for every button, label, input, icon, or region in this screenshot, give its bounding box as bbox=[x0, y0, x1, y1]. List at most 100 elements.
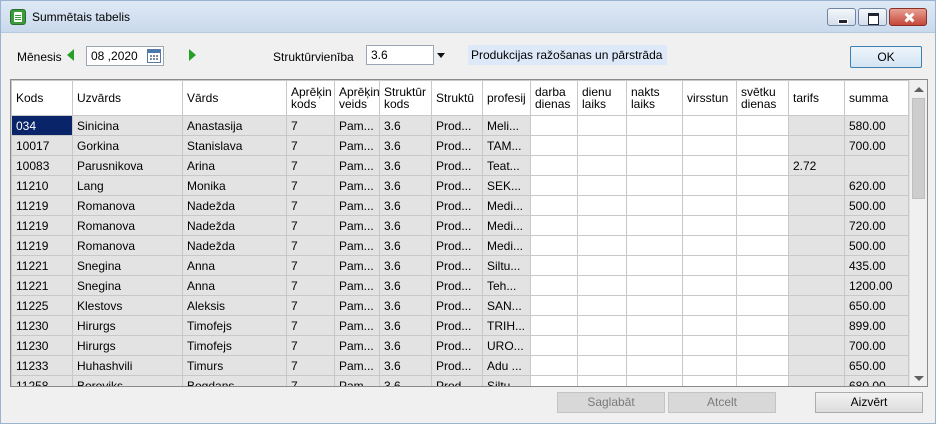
table-cell[interactable] bbox=[788, 235, 845, 256]
table-cell[interactable]: Monika bbox=[182, 175, 287, 196]
table-cell[interactable]: 899.00 bbox=[844, 315, 909, 336]
table-cell[interactable] bbox=[530, 155, 578, 176]
table-cell[interactable] bbox=[626, 215, 683, 236]
table-cell[interactable] bbox=[530, 195, 578, 216]
table-cell[interactable]: Pam... bbox=[334, 295, 380, 316]
table-cell[interactable]: Pam... bbox=[334, 115, 380, 136]
table-cell[interactable] bbox=[577, 275, 627, 296]
table-cell[interactable]: Prod... bbox=[431, 275, 483, 296]
table-cell[interactable] bbox=[682, 235, 737, 256]
table-cell[interactable] bbox=[577, 195, 627, 216]
month-date-field[interactable]: 08 ,2020 bbox=[86, 46, 164, 66]
table-cell[interactable]: 7 bbox=[286, 135, 335, 156]
table-cell[interactable]: 10083 bbox=[11, 155, 73, 176]
table-cell[interactable]: Romanova bbox=[72, 215, 183, 236]
table-cell[interactable]: 3.6 bbox=[379, 295, 432, 316]
table-cell[interactable]: Prod... bbox=[431, 215, 483, 236]
table-cell[interactable]: 7 bbox=[286, 155, 335, 176]
calendar-icon[interactable] bbox=[147, 49, 161, 63]
table-row[interactable]: 11219 Romanova Nadežda 7 Pam... 3.6 Prod... Med… bbox=[11, 215, 909, 236]
table-cell[interactable] bbox=[682, 275, 737, 296]
table-cell[interactable]: Gorkina bbox=[72, 135, 183, 156]
table-cell[interactable]: 11225 bbox=[11, 295, 73, 316]
timesheet-grid[interactable]: Kods Uzvārds Vārds Aprēķin kods Aprēķin veids S… bbox=[10, 79, 928, 387]
table-cell[interactable]: Pam... bbox=[334, 375, 380, 386]
table-cell[interactable] bbox=[530, 235, 578, 256]
scroll-down-icon[interactable] bbox=[914, 376, 924, 381]
table-cell[interactable]: 7 bbox=[286, 275, 335, 296]
table-cell[interactable]: Pam... bbox=[334, 195, 380, 216]
table-cell[interactable] bbox=[736, 175, 789, 196]
table-cell[interactable]: 3.6 bbox=[379, 255, 432, 276]
table-cell[interactable]: 7 bbox=[286, 215, 335, 236]
table-cell[interactable]: Pam... bbox=[334, 155, 380, 176]
table-cell[interactable] bbox=[736, 235, 789, 256]
table-row[interactable]: 11219 Romanova Nadežda 7 Pam... 3.6 Prod... Med… bbox=[11, 235, 909, 256]
table-cell[interactable] bbox=[577, 115, 627, 136]
table-cell[interactable]: Teat... bbox=[482, 155, 531, 176]
table-cell[interactable]: Prod... bbox=[431, 315, 483, 336]
table-cell[interactable] bbox=[530, 375, 578, 386]
table-cell[interactable] bbox=[626, 255, 683, 276]
table-cell[interactable]: Pam... bbox=[334, 255, 380, 276]
table-cell[interactable] bbox=[736, 115, 789, 136]
table-cell[interactable] bbox=[577, 375, 627, 386]
table-row[interactable]: 11230 Hirurgs Timofejs 7 Pam... 3.6 Prod... URO… bbox=[11, 335, 909, 356]
table-cell[interactable] bbox=[530, 275, 578, 296]
scroll-up-icon[interactable] bbox=[914, 87, 924, 92]
table-cell[interactable]: Timofejs bbox=[182, 335, 287, 356]
table-cell[interactable]: 2.72 bbox=[788, 155, 845, 176]
table-row[interactable]: 11258 Boroviks Bogdans 7 Pam... 3.6 Prod... Sil… bbox=[11, 375, 909, 386]
column-header[interactable]: nakts laiks bbox=[626, 80, 683, 116]
table-cell[interactable]: Boroviks bbox=[72, 375, 183, 386]
table-cell[interactable] bbox=[736, 255, 789, 276]
maximize-icon[interactable] bbox=[858, 8, 887, 26]
table-row[interactable]: 11221 Snegina Anna 7 Pam... 3.6 Prod... Siltu..… bbox=[11, 255, 909, 276]
table-cell[interactable]: 11230 bbox=[11, 335, 73, 356]
table-cell[interactable]: Lang bbox=[72, 175, 183, 196]
table-cell[interactable]: Snegina bbox=[72, 255, 183, 276]
table-cell[interactable]: Nadežda bbox=[182, 195, 287, 216]
table-cell[interactable]: Meli... bbox=[482, 115, 531, 136]
table-cell[interactable] bbox=[788, 295, 845, 316]
table-cell[interactable]: 7 bbox=[286, 195, 335, 216]
table-cell[interactable]: Klestovs bbox=[72, 295, 183, 316]
table-cell[interactable]: Stanislava bbox=[182, 135, 287, 156]
table-cell[interactable] bbox=[577, 355, 627, 376]
table-cell[interactable]: 7 bbox=[286, 115, 335, 136]
table-cell[interactable] bbox=[788, 115, 845, 136]
table-cell[interactable]: 11219 bbox=[11, 215, 73, 236]
minimize-icon[interactable] bbox=[827, 8, 856, 26]
table-cell[interactable] bbox=[530, 295, 578, 316]
table-cell[interactable] bbox=[626, 115, 683, 136]
table-cell[interactable] bbox=[626, 135, 683, 156]
table-cell[interactable] bbox=[736, 275, 789, 296]
scrollbar-thumb[interactable] bbox=[912, 98, 925, 199]
table-cell[interactable]: Pam... bbox=[334, 275, 380, 296]
table-cell[interactable]: 1200.00 bbox=[844, 275, 909, 296]
table-cell[interactable]: Bogdans bbox=[182, 375, 287, 386]
table-cell[interactable]: 7 bbox=[286, 355, 335, 376]
column-header[interactable]: svētku dienas bbox=[736, 80, 789, 116]
close-icon[interactable] bbox=[889, 8, 927, 26]
table-row[interactable]: 11219 Romanova Nadežda 7 Pam... 3.6 Prod... Med… bbox=[11, 195, 909, 216]
table-cell[interactable]: Romanova bbox=[72, 235, 183, 256]
table-cell[interactable]: Prod... bbox=[431, 335, 483, 356]
table-cell[interactable]: 3.6 bbox=[379, 195, 432, 216]
table-cell[interactable]: 11219 bbox=[11, 235, 73, 256]
table-cell[interactable]: Huhashvili bbox=[72, 355, 183, 376]
table-cell[interactable]: 11258 bbox=[11, 375, 73, 386]
table-cell[interactable]: 650.00 bbox=[844, 355, 909, 376]
table-cell[interactable] bbox=[530, 115, 578, 136]
table-cell[interactable]: Prod... bbox=[431, 135, 483, 156]
table-cell[interactable] bbox=[788, 215, 845, 236]
table-cell[interactable]: 700.00 bbox=[844, 335, 909, 356]
table-cell[interactable] bbox=[736, 335, 789, 356]
table-row[interactable]: 10083 Parusnikova Arina 7 Pam... 3.6 Prod... Te… bbox=[11, 155, 909, 176]
table-cell[interactable] bbox=[626, 155, 683, 176]
table-cell[interactable]: 034 bbox=[11, 115, 73, 136]
table-cell[interactable]: 500.00 bbox=[844, 235, 909, 256]
table-cell[interactable] bbox=[682, 375, 737, 386]
table-cell[interactable] bbox=[844, 155, 909, 176]
table-cell[interactable]: 3.6 bbox=[379, 135, 432, 156]
